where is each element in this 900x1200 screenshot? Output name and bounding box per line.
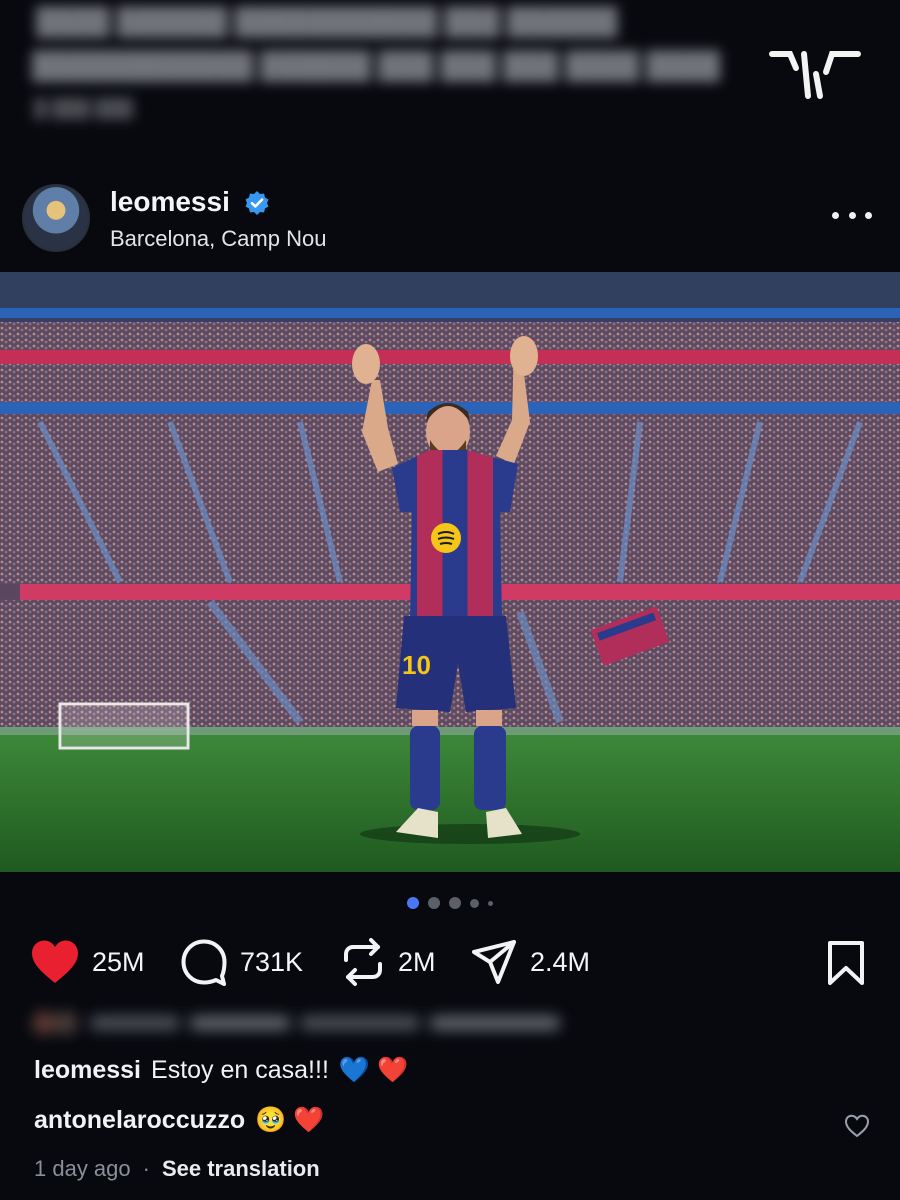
send-icon [472, 940, 516, 984]
caption-row: leomessi Estoy en casa!!! 💙 ❤️ [34, 1056, 408, 1085]
carousel-dot-active [407, 897, 419, 909]
comment-icon [181, 939, 227, 986]
comment-like-heart-icon[interactable] [844, 1114, 870, 1138]
share-button[interactable]: 2.4M [470, 932, 590, 992]
bookmark-icon[interactable] [826, 940, 866, 986]
stadium-photo: 10 [0, 272, 900, 872]
more-dot-icon [832, 211, 839, 219]
post-header: leomessi Barcelona, Camp Nou [0, 172, 900, 272]
comment-username[interactable]: antonelaroccuzzo [34, 1106, 245, 1135]
post-timestamp: 1 day ago [34, 1156, 131, 1181]
more-options-button[interactable] [832, 202, 872, 228]
blurred-liked-by [32, 1011, 560, 1035]
verified-badge-icon [245, 191, 269, 215]
share-count[interactable]: 2.4M [530, 947, 590, 978]
comment-emoji: 🥹 ❤️ [255, 1106, 325, 1134]
jersey-number: 10 [402, 650, 431, 680]
carousel-dot [449, 897, 461, 909]
see-translation-link[interactable]: See translation [162, 1156, 320, 1182]
post-location[interactable]: Barcelona, Camp Nou [110, 226, 326, 252]
more-dot-icon [848, 211, 856, 219]
action-bar: 25M 731K 2M 2.4M [0, 932, 900, 992]
blurred-previous-caption: ████ ██████ ███████████ ███ ██████ █████… [0, 0, 900, 160]
more-dot-icon [865, 211, 872, 219]
caption-emoji: 💙 ❤️ [338, 1056, 409, 1084]
meta-separator: · [142, 1156, 150, 1181]
caption-text: Estoy en casa!!! [151, 1056, 329, 1084]
repost-button[interactable]: 2M [340, 932, 436, 992]
post-image[interactable]: 10 [0, 272, 900, 872]
carousel-dot [488, 900, 493, 906]
comment-row: antonelaroccuzzo 🥹 ❤️ [34, 1106, 324, 1135]
carousel-dot [428, 897, 440, 909]
post-meta: 1 day ago · See translation [34, 1156, 320, 1182]
watermark-logo-icon [769, 51, 861, 99]
like-count[interactable]: 25M [92, 947, 145, 978]
avatar[interactable] [22, 184, 90, 252]
carousel-dot [470, 898, 479, 908]
heart-filled-icon [32, 940, 78, 983]
caption-username[interactable]: leomessi [34, 1056, 141, 1085]
repost-icon [344, 938, 382, 986]
comment-count[interactable]: 731K [240, 947, 303, 978]
repost-count[interactable]: 2M [398, 947, 436, 978]
post-username[interactable]: leomessi [110, 186, 230, 218]
carousel-indicator [0, 896, 900, 910]
comment-button[interactable]: 731K [180, 932, 303, 992]
like-button[interactable]: 25M [30, 932, 145, 992]
